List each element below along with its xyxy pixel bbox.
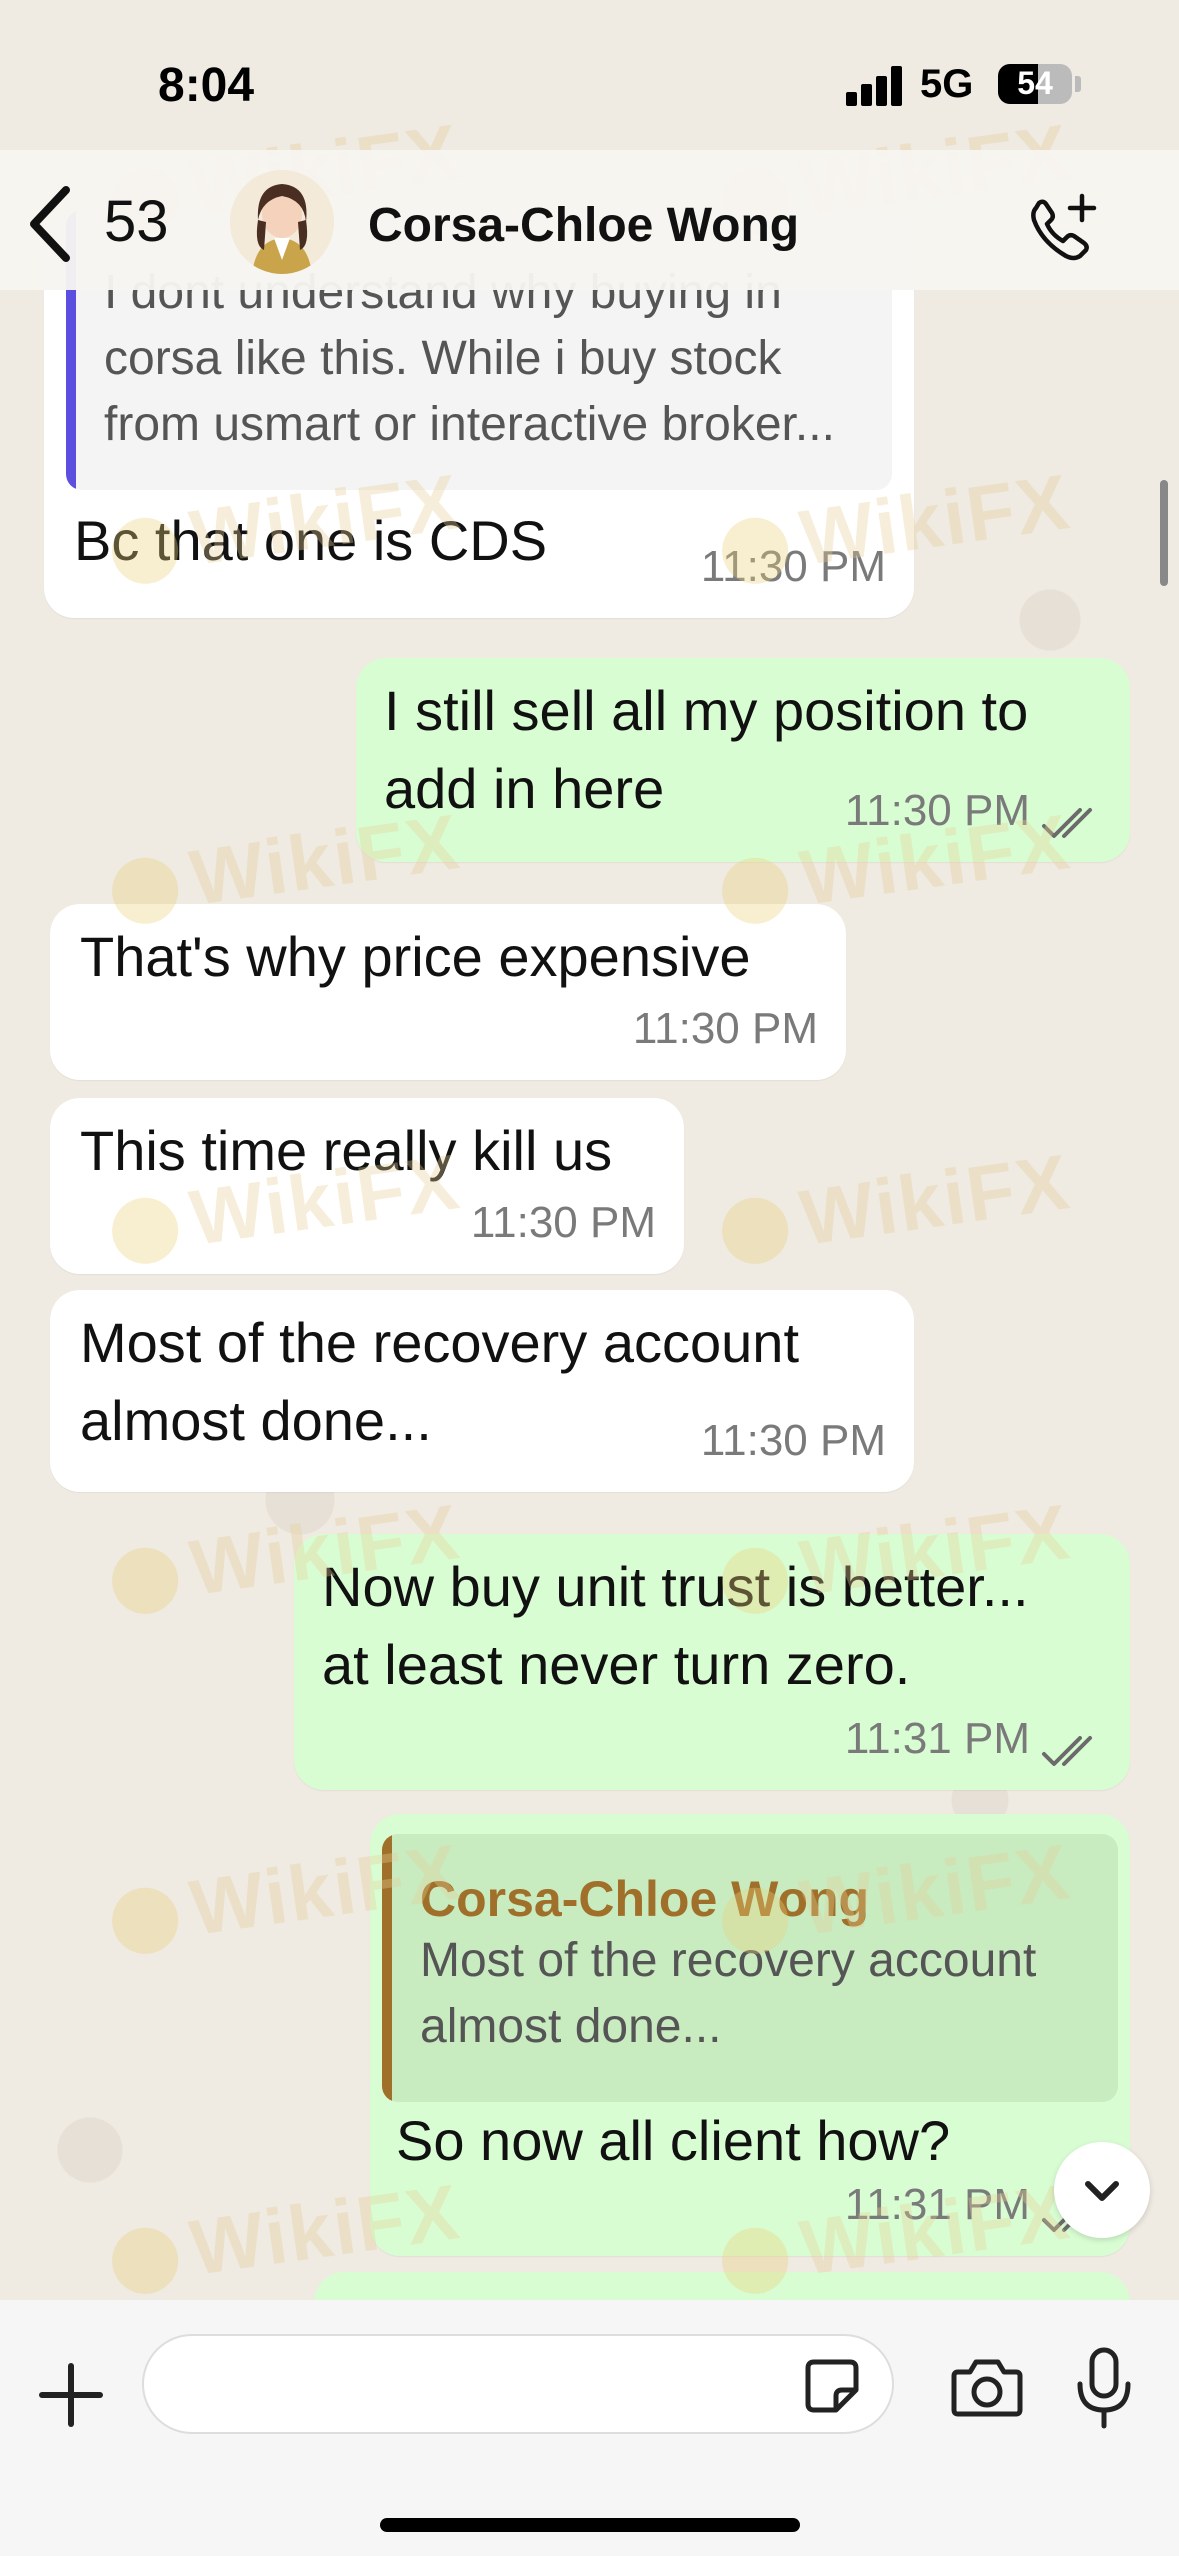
message-time: 11:31 PM bbox=[844, 1714, 1030, 1763]
battery-level: 54 bbox=[1017, 65, 1053, 101]
read-ticks-icon bbox=[1042, 1736, 1092, 1766]
home-indicator bbox=[380, 2518, 800, 2532]
message-input[interactable] bbox=[142, 2334, 894, 2434]
quoted-message[interactable]: Corsa-Chloe Wong Most of the recovery ac… bbox=[382, 1834, 1118, 2102]
scroll-indicator[interactable] bbox=[1160, 480, 1168, 586]
network-type: 5G bbox=[920, 62, 974, 106]
back-chevron-icon[interactable] bbox=[22, 184, 82, 264]
add-call-icon[interactable] bbox=[1022, 190, 1102, 270]
message-text: Now buy unit trust is better... at least… bbox=[322, 1555, 1029, 1696]
message-time: 11:30 PM bbox=[844, 786, 1030, 835]
scroll-to-bottom-button[interactable] bbox=[1054, 2142, 1150, 2238]
message-incoming[interactable]: Most of the recovery account almost done… bbox=[50, 1290, 914, 1492]
message-outgoing[interactable]: I still sell all my position to add in h… bbox=[356, 658, 1130, 862]
avatar[interactable] bbox=[230, 170, 334, 274]
camera-icon[interactable] bbox=[950, 2354, 1024, 2420]
message-outgoing[interactable]: Corsa-Chloe Wong Most of the recovery ac… bbox=[370, 1814, 1130, 2256]
message-time: 11:30 PM bbox=[470, 1198, 656, 1247]
message-text: This time really kill us bbox=[80, 1119, 613, 1182]
quote-text: Most of the recovery account almost done… bbox=[420, 1934, 1037, 2053]
status-time: 8:04 bbox=[158, 59, 255, 112]
quote-author: Corsa-Chloe Wong bbox=[420, 1871, 870, 1927]
message-text: That's why price expensive bbox=[80, 925, 751, 988]
read-ticks-icon bbox=[1042, 808, 1092, 838]
chevron-down-icon bbox=[1085, 2181, 1119, 2201]
message-composer bbox=[0, 2300, 1179, 2556]
status-bar: 8:04 5G 54 bbox=[0, 0, 1179, 170]
signal-icon bbox=[846, 66, 902, 106]
message-incoming[interactable]: This time really kill us 11:30 PM bbox=[50, 1098, 684, 1274]
battery-tip bbox=[1075, 76, 1081, 92]
sticker-icon[interactable] bbox=[802, 2356, 862, 2416]
unread-count[interactable]: 53 bbox=[104, 188, 169, 255]
contact-name[interactable]: Corsa-Chloe Wong bbox=[368, 198, 799, 253]
message-time: 11:31 PM bbox=[844, 2180, 1030, 2229]
chat-header: 53 Corsa-Chloe Wong bbox=[0, 150, 1179, 290]
microphone-icon[interactable] bbox=[1072, 2346, 1136, 2432]
message-time: 11:30 PM bbox=[700, 542, 886, 591]
message-time: 11:30 PM bbox=[632, 1004, 818, 1053]
message-time: 11:30 PM bbox=[700, 1416, 886, 1465]
message-incoming[interactable]: That's why price expensive 11:30 PM bbox=[50, 904, 846, 1080]
message-outgoing[interactable]: Now buy unit trust is better... at least… bbox=[294, 1534, 1130, 1790]
quote-bar bbox=[382, 1834, 392, 2102]
battery-icon: 54 bbox=[998, 64, 1072, 104]
plus-icon[interactable] bbox=[34, 2358, 108, 2432]
